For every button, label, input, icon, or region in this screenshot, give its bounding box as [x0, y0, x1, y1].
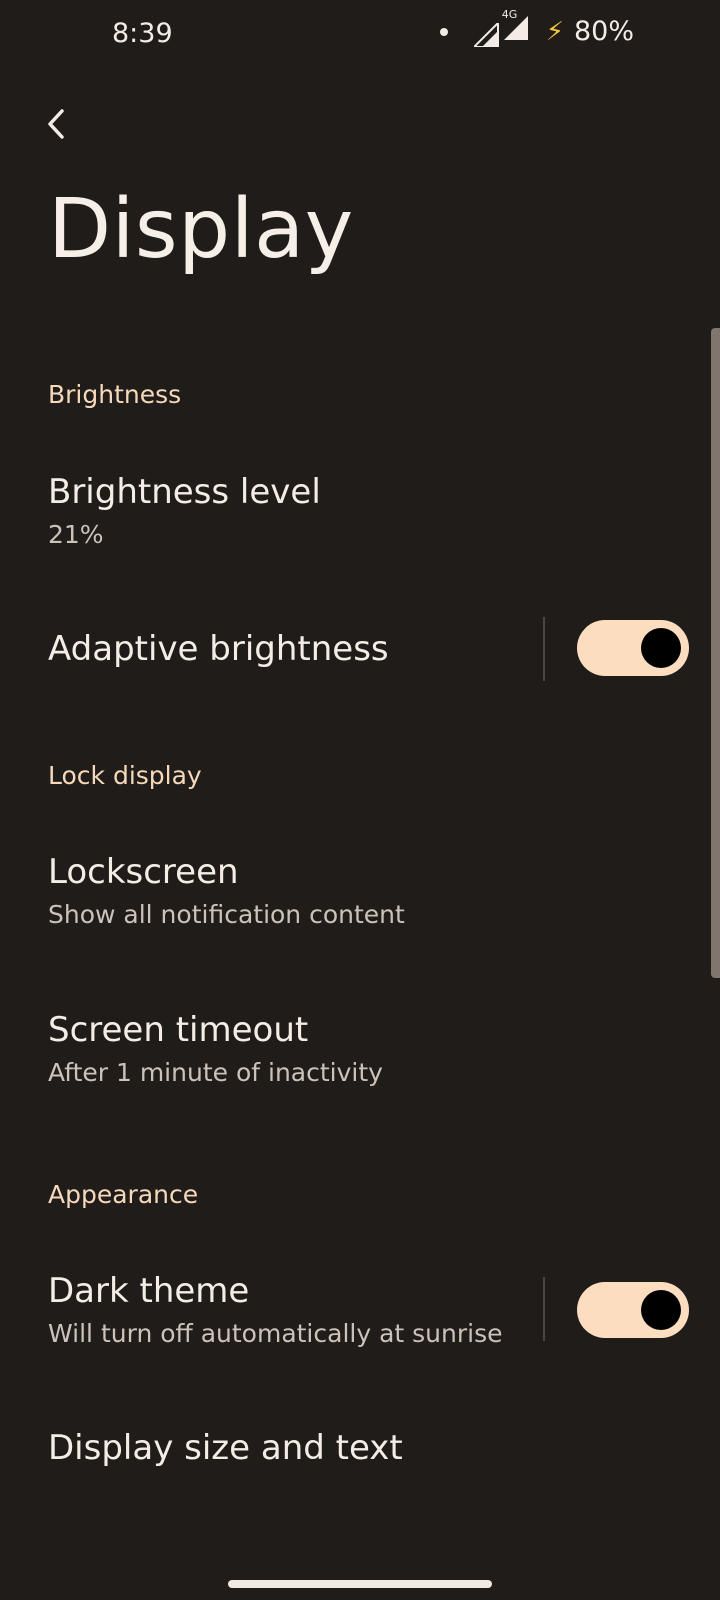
status-icons: 4G ⚡ 80%: [439, 8, 634, 47]
screen-timeout-subtitle: After 1 minute of inactivity: [48, 1058, 383, 1087]
lockscreen-title: Lockscreen: [48, 852, 239, 892]
toggle-knob: [641, 628, 681, 668]
page-title: Display: [48, 182, 354, 277]
status-bar: 8:39 4G ⚡ 80%: [0, 0, 720, 72]
section-header-brightness: Brightness: [48, 380, 182, 409]
scrollbar[interactable]: [711, 328, 720, 978]
home-indicator[interactable]: [228, 1580, 492, 1588]
section-header-appearance: Appearance: [48, 1180, 199, 1209]
chevron-left-icon: [48, 109, 64, 139]
screen-timeout-item[interactable]: Screen timeout After 1 minute of inactiv…: [48, 1008, 680, 1090]
toggle-knob: [641, 1290, 681, 1330]
lockscreen-subtitle: Show all notification content: [48, 900, 405, 929]
notification-dot-icon: [439, 27, 448, 36]
section-header-lock-display: Lock display: [48, 761, 202, 790]
signal-icons: 4G: [473, 8, 530, 47]
adaptive-brightness-toggle[interactable]: [577, 620, 689, 676]
display-size-title: Display size and text: [48, 1428, 403, 1468]
display-size-item[interactable]: Display size and text: [48, 1426, 680, 1470]
network-type-label: 4G: [501, 8, 518, 21]
divider: [543, 617, 545, 681]
battery-percent: 80%: [573, 16, 634, 47]
brightness-level-title: Brightness level: [48, 472, 321, 512]
dark-theme-toggle[interactable]: [577, 1282, 689, 1338]
charging-bolt-icon: ⚡: [545, 16, 564, 47]
lockscreen-item[interactable]: Lockscreen Show all notification content: [48, 850, 680, 932]
brightness-level-value: 21%: [48, 520, 104, 549]
divider: [543, 1277, 545, 1341]
screen-timeout-title: Screen timeout: [48, 1010, 309, 1050]
wifi-signal-icon: [473, 23, 499, 47]
status-time: 8:39: [112, 18, 173, 49]
brightness-level-item[interactable]: Brightness level 21%: [48, 470, 680, 552]
back-button[interactable]: [36, 104, 76, 144]
